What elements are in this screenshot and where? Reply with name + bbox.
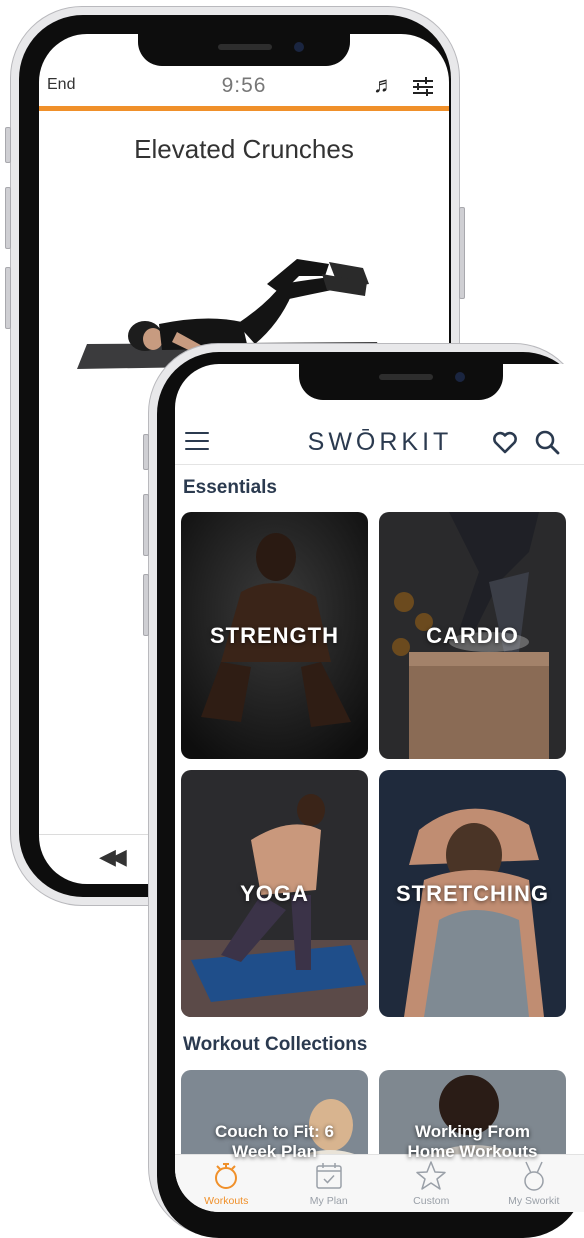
front-side-button — [143, 434, 149, 470]
essentials-heading: Essentials — [183, 477, 277, 499]
couch-to-fit-label: Couch to Fit: 6 Week Plan — [215, 1122, 334, 1162]
strength-tile[interactable]: STRENGTH — [181, 512, 368, 759]
cardio-tile[interactable]: CARDIO — [379, 512, 566, 759]
rewind-icon[interactable]: ◀◀ — [99, 844, 121, 870]
stretching-label: STRETCHING — [396, 881, 549, 907]
heart-icon[interactable] — [491, 428, 519, 456]
workout-top-bar: End 9:56 ♬ — [39, 72, 449, 102]
tab-workouts-label: Workouts — [204, 1195, 248, 1207]
tab-workouts[interactable]: Workouts — [175, 1155, 278, 1212]
tab-my-plan[interactable]: My Plan — [278, 1155, 381, 1212]
front-camera — [455, 372, 465, 382]
exercise-title: Elevated Crunches — [39, 134, 449, 165]
sworkit-logo: SWŌRKIT — [175, 428, 584, 457]
tab-my-sworkit[interactable]: My Sworkit — [483, 1155, 584, 1212]
stopwatch-icon — [209, 1159, 243, 1193]
sworkit-home-screen: SWŌRKIT Essentials STRENGTH — [175, 364, 584, 1212]
tab-custom-label: Custom — [413, 1195, 449, 1207]
search-icon[interactable] — [533, 428, 561, 456]
yoga-tile[interactable]: YOGA — [181, 770, 368, 1017]
star-icon — [414, 1159, 448, 1193]
front-phone-frame: SWŌRKIT Essentials STRENGTH — [148, 343, 584, 1237]
speaker-grille — [218, 44, 272, 50]
workout-progress-bar — [39, 106, 449, 111]
bottom-tab-bar: Workouts My Plan Custom — [175, 1154, 584, 1212]
front-camera — [294, 42, 304, 52]
front-volume-up — [143, 494, 149, 556]
collections-heading: Workout Collections — [183, 1034, 367, 1056]
app-header: SWŌRKIT — [175, 418, 584, 468]
calendar-icon — [312, 1159, 346, 1193]
work-from-home-label: Working From Home Workouts — [407, 1122, 537, 1162]
back-power-button — [459, 207, 465, 299]
tab-custom[interactable]: Custom — [380, 1155, 483, 1212]
cardio-label: CARDIO — [426, 623, 519, 649]
tab-my-plan-label: My Plan — [310, 1195, 348, 1207]
front-volume-down — [143, 574, 149, 636]
front-phone-notch — [299, 364, 503, 400]
music-note-icon[interactable]: ♬ — [373, 72, 395, 98]
sliders-icon[interactable] — [413, 77, 433, 95]
back-phone-notch — [138, 34, 350, 66]
back-side-button — [5, 127, 11, 163]
medal-icon — [517, 1159, 551, 1193]
stretching-tile[interactable]: STRETCHING — [379, 770, 566, 1017]
yoga-label: YOGA — [240, 881, 309, 907]
tab-my-sworkit-label: My Sworkit — [508, 1195, 559, 1207]
back-volume-up — [5, 187, 11, 249]
speaker-grille — [379, 374, 433, 380]
header-divider — [175, 464, 584, 465]
strength-label: STRENGTH — [210, 623, 339, 649]
back-volume-down — [5, 267, 11, 329]
